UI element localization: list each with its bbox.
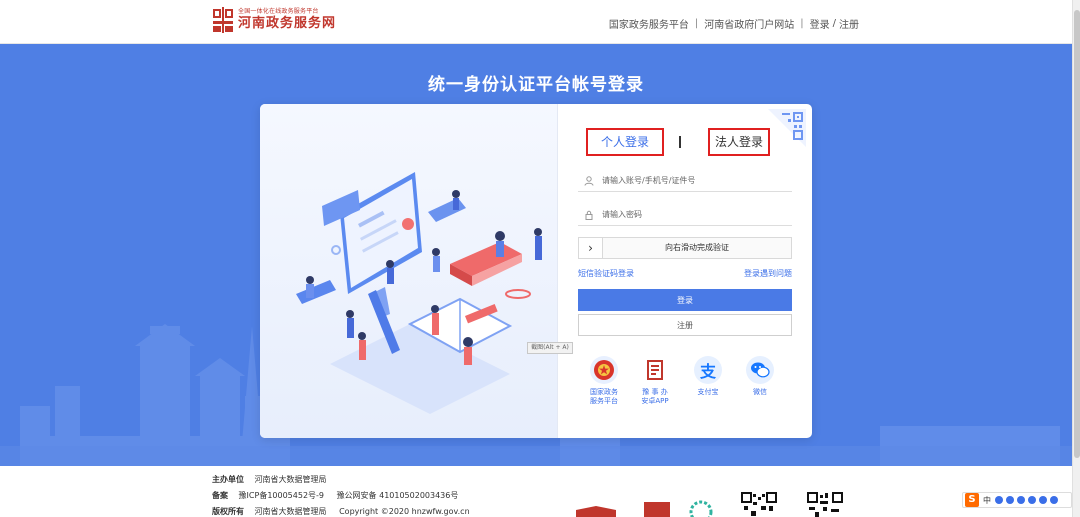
nav-separator: | bbox=[800, 18, 804, 29]
password-input[interactable] bbox=[602, 210, 782, 219]
copyright-text: Copyright ©2020 hnzwfw.gov.cn bbox=[339, 507, 470, 516]
icp-number[interactable]: 豫ICP备10005452号-9 bbox=[239, 491, 324, 500]
wechat-icon bbox=[746, 356, 774, 384]
nav-login[interactable]: 登录 bbox=[810, 16, 830, 31]
slider-hint: 向右滑动完成验证 bbox=[665, 243, 729, 252]
alipay-login[interactable]: 支 支付宝 bbox=[688, 356, 728, 397]
sms-login-link[interactable]: 短信验证码登录 bbox=[578, 268, 634, 279]
copyright-label: 版权所有 bbox=[212, 507, 244, 516]
nav-slash: / bbox=[832, 18, 836, 29]
henan-logo-icon bbox=[212, 7, 234, 33]
record-label: 备案 bbox=[212, 491, 228, 500]
ime-tools bbox=[995, 496, 1061, 504]
site-logo[interactable]: 全国一体化在线政务服务平台 河南政务服务网 bbox=[212, 7, 336, 33]
top-header: 全国一体化在线政务服务平台 河南政务服务网 国家政务服务平台 | 河南省政府门户… bbox=[0, 0, 1072, 44]
third-party-logins: 国家政务 服务平台 豫 事 办 安卓APP 支 支付宝 微信 bbox=[584, 356, 794, 416]
lock-icon bbox=[582, 208, 596, 222]
nav-register[interactable]: 注册 bbox=[839, 16, 859, 31]
qr-code-icon bbox=[807, 492, 843, 517]
footer-info: 主办单位 河南省大数据管理局 备案 豫ICP备10005452号-9 豫公网安备… bbox=[212, 473, 480, 517]
tab-corporate-login[interactable]: 法人登录 bbox=[708, 128, 770, 156]
wechat-login[interactable]: 微信 bbox=[740, 356, 780, 397]
register-button[interactable]: 注册 bbox=[578, 314, 792, 336]
user-icon bbox=[582, 174, 596, 188]
screenshot-tooltip: 截图(Alt + A) bbox=[527, 342, 573, 354]
nav-henan-portal[interactable]: 河南省政府门户网站 bbox=[704, 16, 794, 31]
hero-banner: 统一身份认证平台帐号登录 个人登录 法人登录 请输入账号/手机号/证件号 › 向… bbox=[0, 44, 1072, 466]
social-label: 微信 bbox=[753, 388, 767, 396]
footer-copyright: 版权所有 河南省大数据管理局 Copyright ©2020 hnzwfw.go… bbox=[212, 505, 480, 517]
police-record[interactable]: 豫公网安备 41010502003436号 bbox=[337, 491, 459, 500]
yushiban-app-login[interactable]: 豫 事 办 安卓APP bbox=[635, 356, 675, 406]
social-label: 支付宝 bbox=[697, 388, 719, 396]
login-type-tabs: 个人登录 法人登录 bbox=[586, 128, 770, 158]
login-problem-link[interactable]: 登录遇到问题 bbox=[744, 268, 792, 279]
logo-subtitle: 全国一体化在线政务服务平台 bbox=[238, 8, 319, 15]
social-label: 豫 事 办 安卓APP bbox=[641, 388, 669, 405]
login-form: 个人登录 法人登录 › 向右滑动完成验证 短信 bbox=[558, 104, 812, 438]
slide-captcha: › 向右滑动完成验证 bbox=[578, 237, 792, 259]
alipay-icon: 支 bbox=[694, 356, 722, 384]
footer-record: 备案 豫ICP备10005452号-9 豫公网安备 41010502003436… bbox=[212, 489, 480, 505]
login-button[interactable]: 登录 bbox=[578, 289, 792, 311]
login-card: 个人登录 法人登录 › 向右滑动完成验证 短信 bbox=[260, 104, 812, 438]
tab-personal-login[interactable]: 个人登录 bbox=[586, 128, 664, 156]
page-footer: 主办单位 河南省大数据管理局 备案 豫ICP备10005452号-9 豫公网安备… bbox=[0, 466, 1072, 517]
national-platform-login[interactable]: 国家政务 服务平台 bbox=[584, 356, 624, 406]
scrollbar-thumb[interactable] bbox=[1074, 10, 1080, 458]
nav-national-platform[interactable]: 国家政务服务平台 bbox=[609, 16, 689, 31]
nav-separator: | bbox=[694, 18, 699, 29]
top-nav: 国家政务服务平台 | 河南省政府门户网站 | 登录 / 注册 bbox=[609, 16, 859, 31]
yushiban-icon bbox=[641, 356, 669, 384]
sogou-icon: S bbox=[965, 493, 979, 507]
ime-mode[interactable]: 中 bbox=[983, 495, 991, 506]
national-emblem-icon bbox=[590, 356, 618, 384]
sponsor-label: 主办单位 bbox=[212, 475, 244, 484]
qr-login-icon[interactable] bbox=[768, 109, 806, 147]
page-title: 统一身份认证平台帐号登录 bbox=[428, 75, 644, 95]
logo-title: 河南政务服务网 bbox=[238, 16, 337, 31]
tab-divider bbox=[679, 136, 681, 148]
page-scrollbar[interactable] bbox=[1072, 0, 1080, 517]
account-input[interactable] bbox=[602, 176, 782, 185]
sponsor-value: 河南省大数据管理局 bbox=[254, 475, 327, 484]
ime-toolbar[interactable]: S 中 bbox=[962, 492, 1072, 508]
login-illustration bbox=[260, 104, 558, 438]
slider-handle[interactable]: › bbox=[579, 238, 603, 258]
password-field bbox=[578, 204, 792, 226]
qr-code-icon bbox=[741, 492, 777, 517]
footer-badges bbox=[576, 500, 713, 517]
social-label: 国家政务 服务平台 bbox=[590, 388, 618, 405]
copyright-owner: 河南省大数据管理局 bbox=[254, 507, 327, 516]
footer-sponsor: 主办单位 河南省大数据管理局 bbox=[212, 473, 480, 489]
account-field bbox=[578, 170, 792, 192]
